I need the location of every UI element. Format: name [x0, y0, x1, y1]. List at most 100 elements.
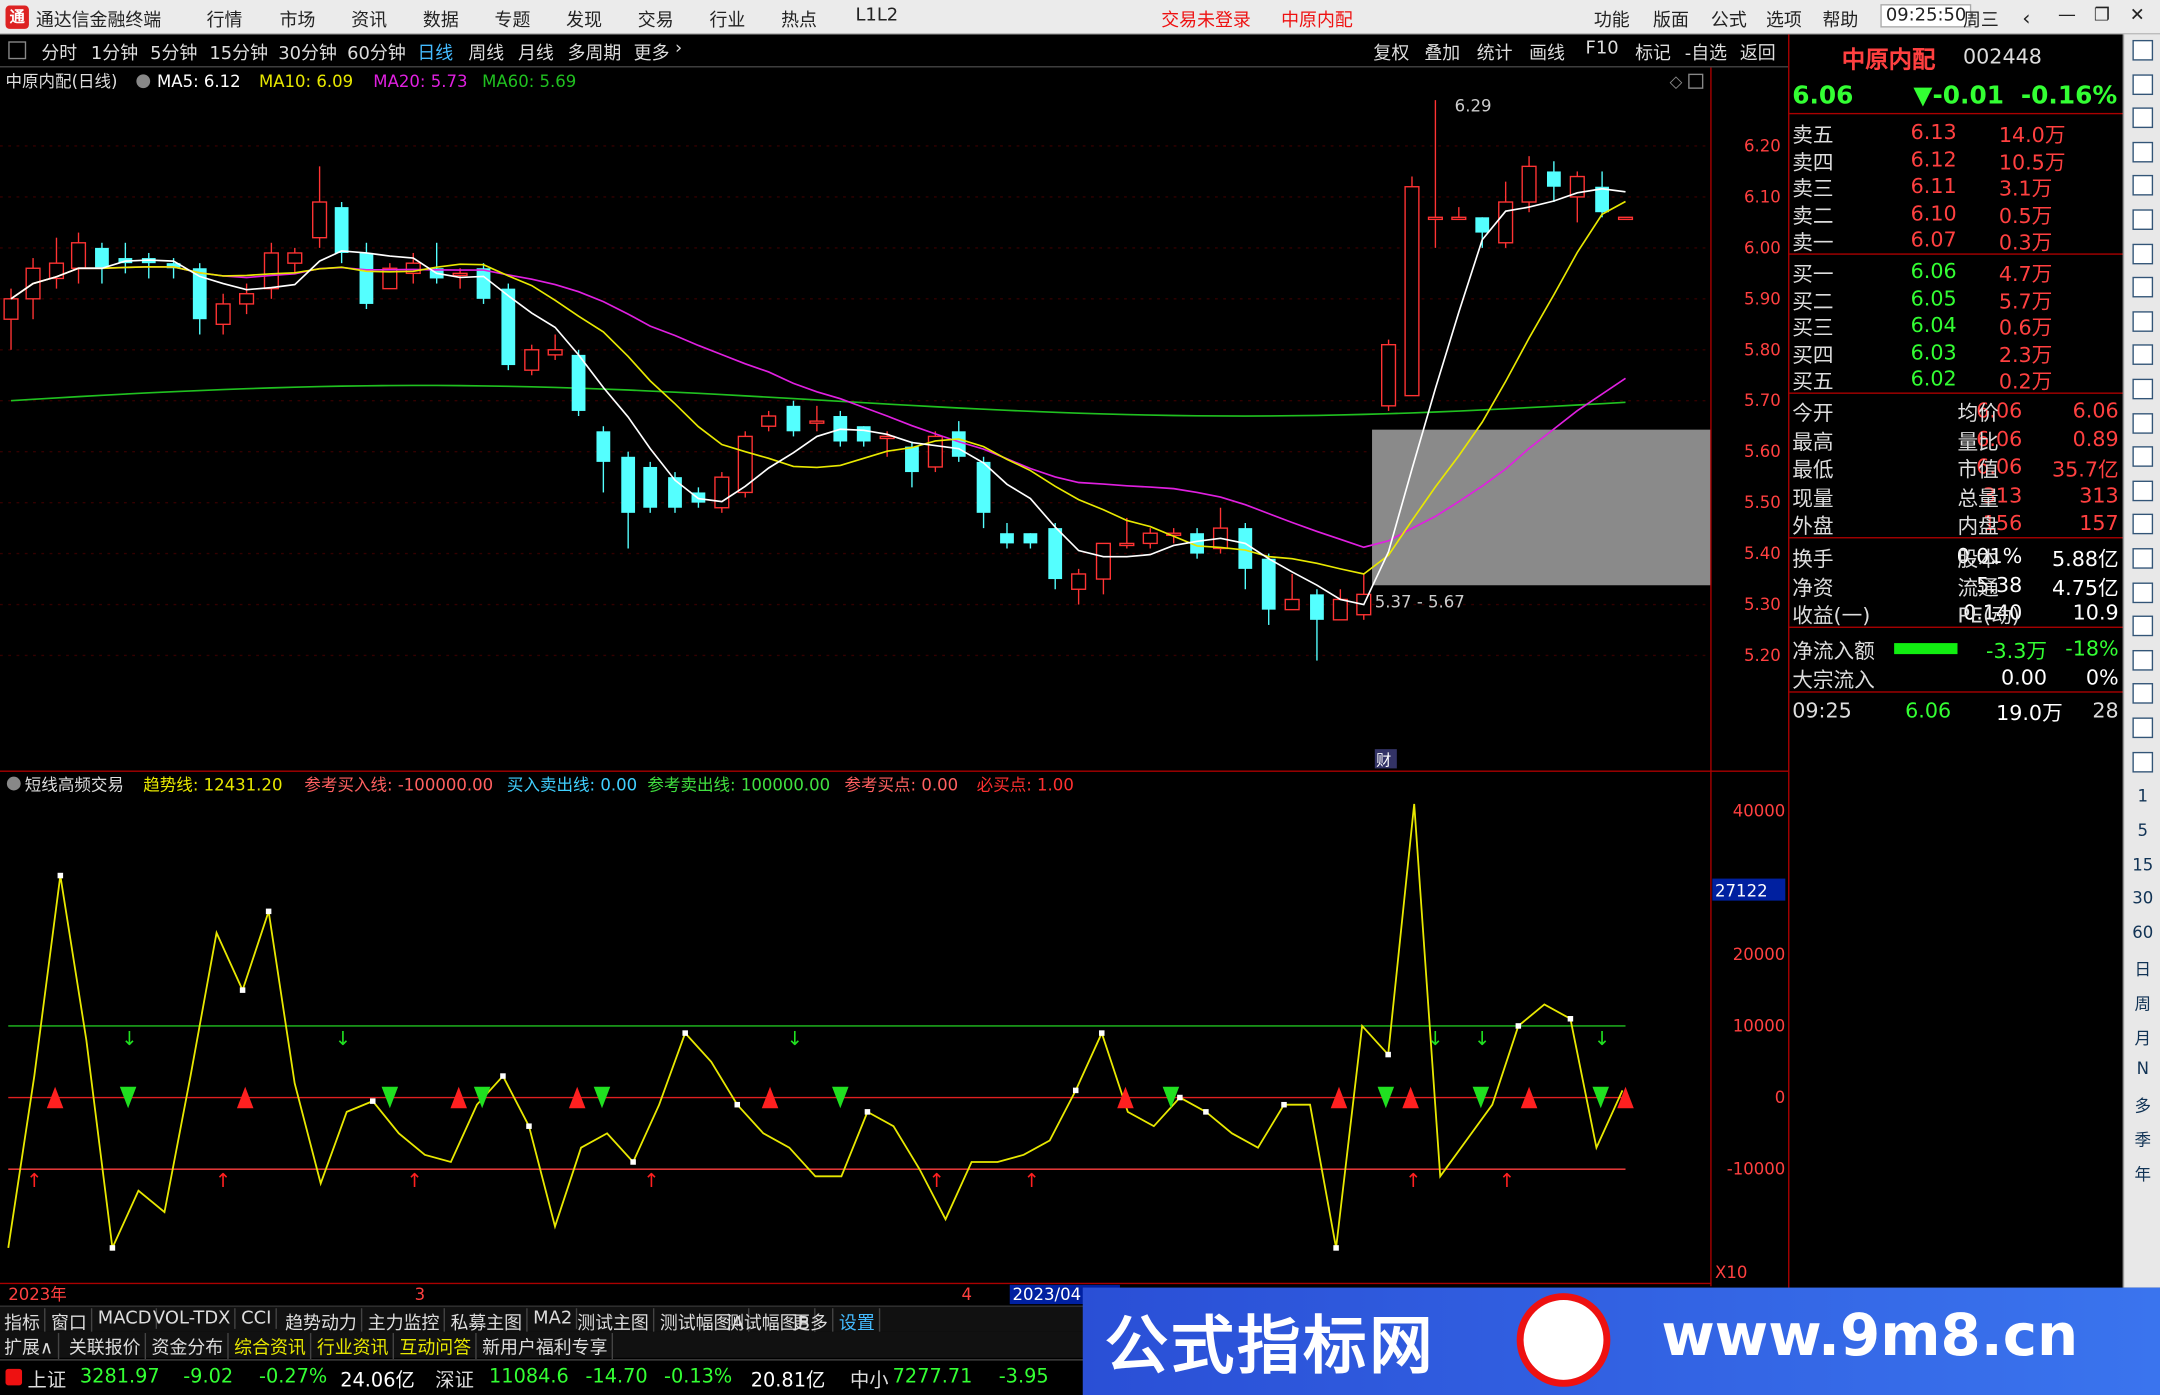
menu-l1l2[interactable]: L1L2	[855, 6, 898, 27]
menu-quotes[interactable]: 行情	[207, 6, 243, 32]
maximize-icon[interactable]: ❐	[2094, 6, 2110, 27]
menu-layout[interactable]: 版面	[1653, 6, 1689, 32]
indicator-settings-icon[interactable]	[6, 776, 21, 791]
side-period-button[interactable]: 1	[2124, 786, 2160, 805]
menu-trade[interactable]: 交易	[638, 6, 674, 32]
indicator-tab[interactable]: MA2	[529, 1308, 578, 1329]
period-tab-selected[interactable]: 日线	[417, 39, 453, 65]
period-tab[interactable]: 月线	[518, 39, 554, 65]
extension-tab[interactable]: 关联报价	[65, 1333, 147, 1360]
menu-industry[interactable]: 行业	[709, 6, 745, 32]
period-tab[interactable]: 周线	[468, 39, 504, 65]
side-period-button[interactable]: 30	[2124, 889, 2160, 908]
side-tool-icon[interactable]	[2124, 39, 2160, 65]
side-tool-icon[interactable]	[2124, 141, 2160, 167]
menu-market[interactable]: 市场	[280, 6, 316, 32]
menu-hot[interactable]: 热点	[781, 6, 817, 32]
side-tool-icon[interactable]	[2124, 751, 2160, 776]
side-tool-icon[interactable]	[2124, 107, 2160, 133]
side-tool-icon[interactable]	[2124, 412, 2160, 438]
side-period-button[interactable]: 多	[2124, 1094, 2160, 1117]
panel-toggle-icon[interactable]	[1688, 73, 1704, 89]
side-tool-icon[interactable]	[2124, 480, 2160, 505]
side-period-button[interactable]: 15	[2124, 855, 2160, 874]
period-tab[interactable]: 1分钟	[91, 39, 138, 65]
side-tool-icon[interactable]	[2124, 73, 2160, 99]
menu-formula[interactable]: 公式	[1711, 6, 1747, 32]
extension-tab[interactable]: 资金分布	[147, 1333, 229, 1360]
extension-tab[interactable]: 互动问答	[395, 1333, 477, 1360]
side-period-button[interactable]: 日	[2124, 957, 2160, 980]
side-period-button[interactable]: N	[2124, 1060, 2160, 1079]
toolbar-menu-icon[interactable]	[8, 41, 27, 60]
side-period-button[interactable]: 周	[2124, 991, 2160, 1014]
tool-button[interactable]: 复权	[1373, 39, 1409, 65]
side-tool-icon[interactable]	[2124, 514, 2160, 539]
side-tool-icon[interactable]	[2124, 378, 2160, 404]
tool-button[interactable]: 返回	[1740, 39, 1776, 65]
period-tab[interactable]: 30分钟	[278, 39, 337, 65]
tool-button[interactable]: 统计	[1477, 39, 1513, 65]
indicator-tab[interactable]: 设置	[835, 1308, 881, 1335]
side-tool-icon[interactable]	[2124, 310, 2160, 336]
chevron-right-icon[interactable]: ›	[675, 39, 682, 60]
side-tool-icon[interactable]	[2124, 581, 2160, 607]
period-tab[interactable]: 更多	[634, 39, 670, 65]
side-tool-icon[interactable]	[2124, 277, 2160, 302]
tool-button[interactable]: 叠加	[1424, 39, 1460, 65]
side-tool-icon[interactable]	[2124, 446, 2160, 471]
side-tool-icon[interactable]	[2124, 243, 2160, 268]
diamond-icon[interactable]: ◇	[1670, 72, 1683, 91]
indicator-tab[interactable]: VOL-TDX	[149, 1308, 236, 1329]
indicator-tab[interactable]: 测试主图	[573, 1308, 655, 1335]
side-tool-icon[interactable]	[2124, 683, 2160, 709]
indicator-tab[interactable]: 主力监控	[364, 1308, 445, 1335]
indicator-tab[interactable]: 趋势动力	[281, 1308, 363, 1335]
menu-data[interactable]: 数据	[423, 6, 459, 32]
side-period-button[interactable]: 5	[2124, 820, 2160, 839]
menu-options[interactable]: 选项	[1766, 6, 1802, 32]
side-period-button[interactable]: 月	[2124, 1025, 2160, 1048]
indicator-tab[interactable]: 私募主图	[446, 1308, 528, 1335]
side-tool-icon[interactable]	[2124, 175, 2160, 200]
settings-icon[interactable]	[136, 74, 151, 89]
indicator-tab[interactable]: 窗口	[47, 1308, 93, 1335]
side-tool-icon[interactable]	[2124, 548, 2160, 573]
indicator-tab[interactable]: 更多	[788, 1308, 834, 1335]
menu-help[interactable]: 帮助	[1822, 6, 1858, 32]
indicator-tab[interactable]: CCI	[237, 1308, 277, 1329]
menu-topics[interactable]: 专题	[495, 6, 531, 32]
indicator-tab[interactable]: 指标	[0, 1308, 46, 1335]
tool-button[interactable]: 标记	[1635, 39, 1671, 65]
menu-function[interactable]: 功能	[1594, 6, 1630, 32]
side-tool-icon[interactable]	[2124, 717, 2160, 742]
side-period-button[interactable]: 季	[2124, 1128, 2160, 1151]
tool-button[interactable]: 画线	[1529, 39, 1565, 65]
index-icon[interactable]	[5, 1368, 23, 1386]
side-tool-icon[interactable]	[2124, 344, 2160, 370]
tool-button[interactable]: -自选	[1685, 39, 1727, 65]
side-tool-icon[interactable]	[2124, 209, 2160, 234]
period-tab[interactable]: 15分钟	[209, 39, 268, 65]
period-tab[interactable]: 5分钟	[150, 39, 197, 65]
extension-tab[interactable]: 新用户福利专享	[478, 1333, 614, 1360]
close-icon[interactable]: ✕	[2130, 6, 2145, 27]
indicator-tab[interactable]: MACD	[94, 1308, 157, 1329]
menu-discover[interactable]: 发现	[566, 6, 602, 32]
side-period-button[interactable]: 年	[2124, 1162, 2160, 1185]
extension-tab[interactable]: 综合资讯	[230, 1333, 312, 1360]
side-period-button[interactable]: 60	[2124, 923, 2160, 942]
kline-chart[interactable]: ↑ ↑ ↑ ↑ ↑ ↑ ↑ ↑ ↓ ↓ ↓ ↓ ↓ ↓ 6.20 6.10 6.00 5.90 5.80 5.70 5…	[0, 67, 1789, 1305]
menu-news[interactable]: 资讯	[351, 6, 387, 32]
back-icon[interactable]: ‹	[2022, 6, 2030, 31]
login-status[interactable]: 交易未登录	[1161, 6, 1251, 32]
minimize-icon[interactable]: —	[2058, 6, 2076, 27]
period-tab[interactable]: 60分钟	[347, 39, 406, 65]
side-tool-icon[interactable]	[2124, 649, 2160, 675]
extension-tab[interactable]: 扩展∧	[0, 1333, 59, 1360]
side-tool-icon[interactable]	[2124, 615, 2160, 641]
tool-button[interactable]: F10	[1586, 39, 1619, 60]
extension-tab[interactable]: 行业资讯	[313, 1333, 395, 1360]
period-tab[interactable]: 分时	[41, 39, 77, 65]
period-tab[interactable]: 多周期	[568, 39, 622, 65]
